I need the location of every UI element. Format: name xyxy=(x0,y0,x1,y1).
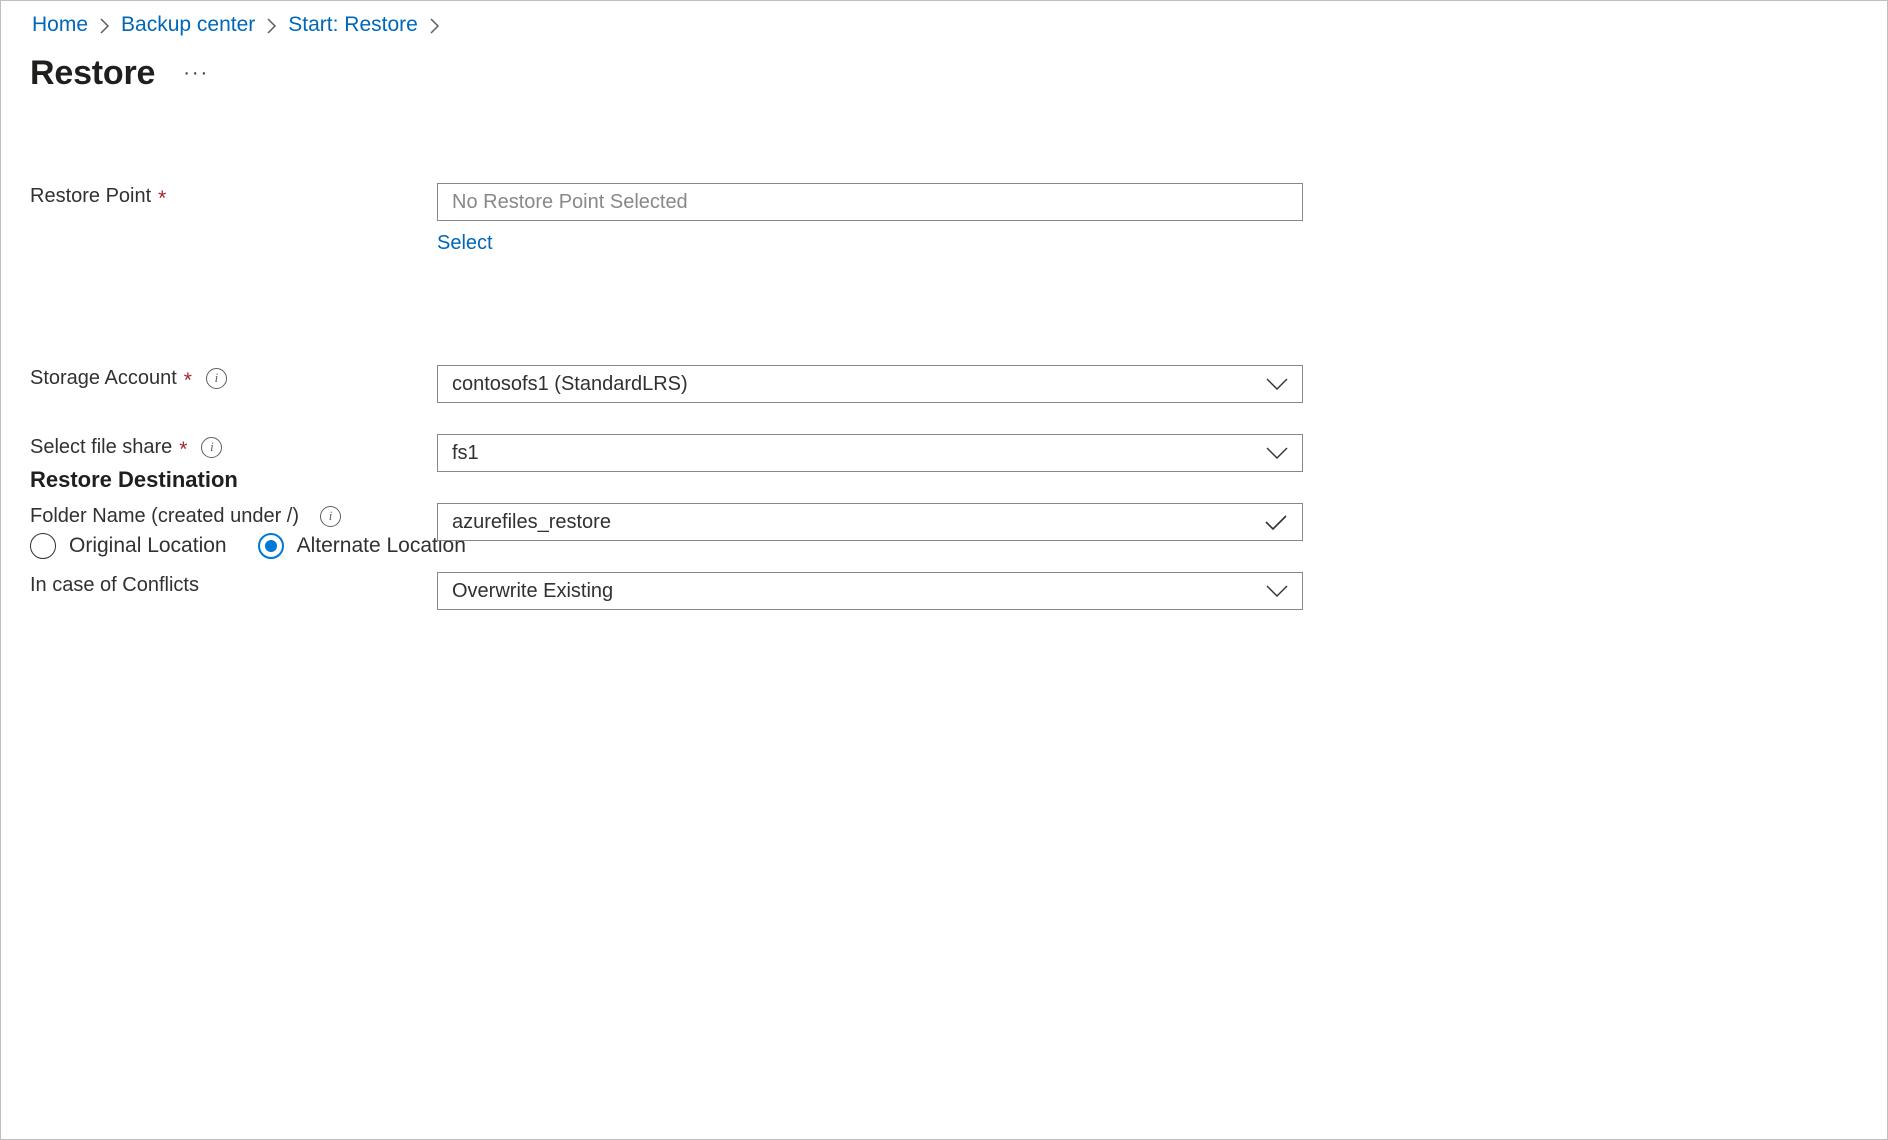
select-file-share-control: fs1 xyxy=(437,434,1303,472)
info-icon[interactable]: i xyxy=(320,506,341,527)
required-asterisk: * xyxy=(184,370,192,391)
folder-name-value: azurefiles_restore xyxy=(452,511,1254,534)
checkmark-icon xyxy=(1264,514,1288,531)
conflicts-label: In case of Conflicts xyxy=(30,572,199,598)
select-restore-point-link[interactable]: Select xyxy=(437,230,493,256)
storage-account-value: contosofs1 (StandardLRS) xyxy=(452,373,1256,396)
info-icon[interactable]: i xyxy=(206,368,227,389)
breadcrumb: Home Backup center Start: Restore xyxy=(32,11,451,39)
storage-account-label-wrap: Storage Account * i xyxy=(1,365,437,391)
folder-name-label: Folder Name (created under /) xyxy=(30,503,299,529)
field-storage-account: Storage Account * i contosofs1 (Standard… xyxy=(1,365,1887,403)
conflicts-dropdown[interactable]: Overwrite Existing xyxy=(437,572,1303,610)
storage-account-control: contosofs1 (StandardLRS) xyxy=(437,365,1303,403)
select-file-share-dropdown[interactable]: fs1 xyxy=(437,434,1303,472)
title-row: Restore ··· xyxy=(30,51,211,95)
restore-point-input[interactable]: No Restore Point Selected xyxy=(437,183,1303,221)
chevron-down-icon xyxy=(1266,378,1288,391)
restore-form: Restore Point * No Restore Point Selecte… xyxy=(1,161,1887,610)
folder-name-control: azurefiles_restore xyxy=(437,503,1303,541)
select-file-share-label-wrap: Select file share * i xyxy=(1,434,437,460)
field-select-file-share: Select file share * i fs1 xyxy=(1,434,1887,472)
folder-name-input[interactable]: azurefiles_restore xyxy=(437,503,1303,541)
storage-account-dropdown[interactable]: contosofs1 (StandardLRS) xyxy=(437,365,1303,403)
chevron-right-icon xyxy=(429,18,440,34)
chevron-down-icon xyxy=(1266,447,1288,460)
more-options-button[interactable]: ··· xyxy=(181,60,211,86)
restore-blade: Home Backup center Start: Restore Restor… xyxy=(0,0,1888,1140)
select-file-share-label: Select file share xyxy=(30,434,172,460)
chevron-right-icon xyxy=(99,18,110,34)
field-in-case-of-conflicts: In case of Conflicts Overwrite Existing xyxy=(1,572,1887,610)
conflicts-label-wrap: In case of Conflicts xyxy=(1,572,437,598)
restore-point-control: No Restore Point Selected Select xyxy=(437,183,1303,256)
chevron-down-icon xyxy=(1266,585,1288,598)
chevron-right-icon xyxy=(266,18,277,34)
storage-account-label: Storage Account xyxy=(30,365,177,391)
required-asterisk: * xyxy=(158,188,166,209)
select-file-share-value: fs1 xyxy=(452,442,1256,465)
restore-point-label-wrap: Restore Point * xyxy=(1,183,437,209)
restore-point-placeholder: No Restore Point Selected xyxy=(452,191,1288,214)
field-folder-name: Folder Name (created under /) i azurefil… xyxy=(1,503,1887,541)
breadcrumb-item-start-restore[interactable]: Start: Restore xyxy=(288,11,418,39)
breadcrumb-item-home[interactable]: Home xyxy=(32,11,88,39)
breadcrumb-item-backup-center[interactable]: Backup center xyxy=(121,11,255,39)
restore-point-label: Restore Point xyxy=(30,183,151,209)
folder-name-label-wrap: Folder Name (created under /) i xyxy=(1,503,437,529)
field-restore-point: Restore Point * No Restore Point Selecte… xyxy=(1,183,1887,256)
required-asterisk: * xyxy=(179,439,187,460)
conflicts-control: Overwrite Existing xyxy=(437,572,1303,610)
info-icon[interactable]: i xyxy=(201,437,222,458)
page-title: Restore xyxy=(30,51,155,95)
conflicts-value: Overwrite Existing xyxy=(452,580,1256,603)
